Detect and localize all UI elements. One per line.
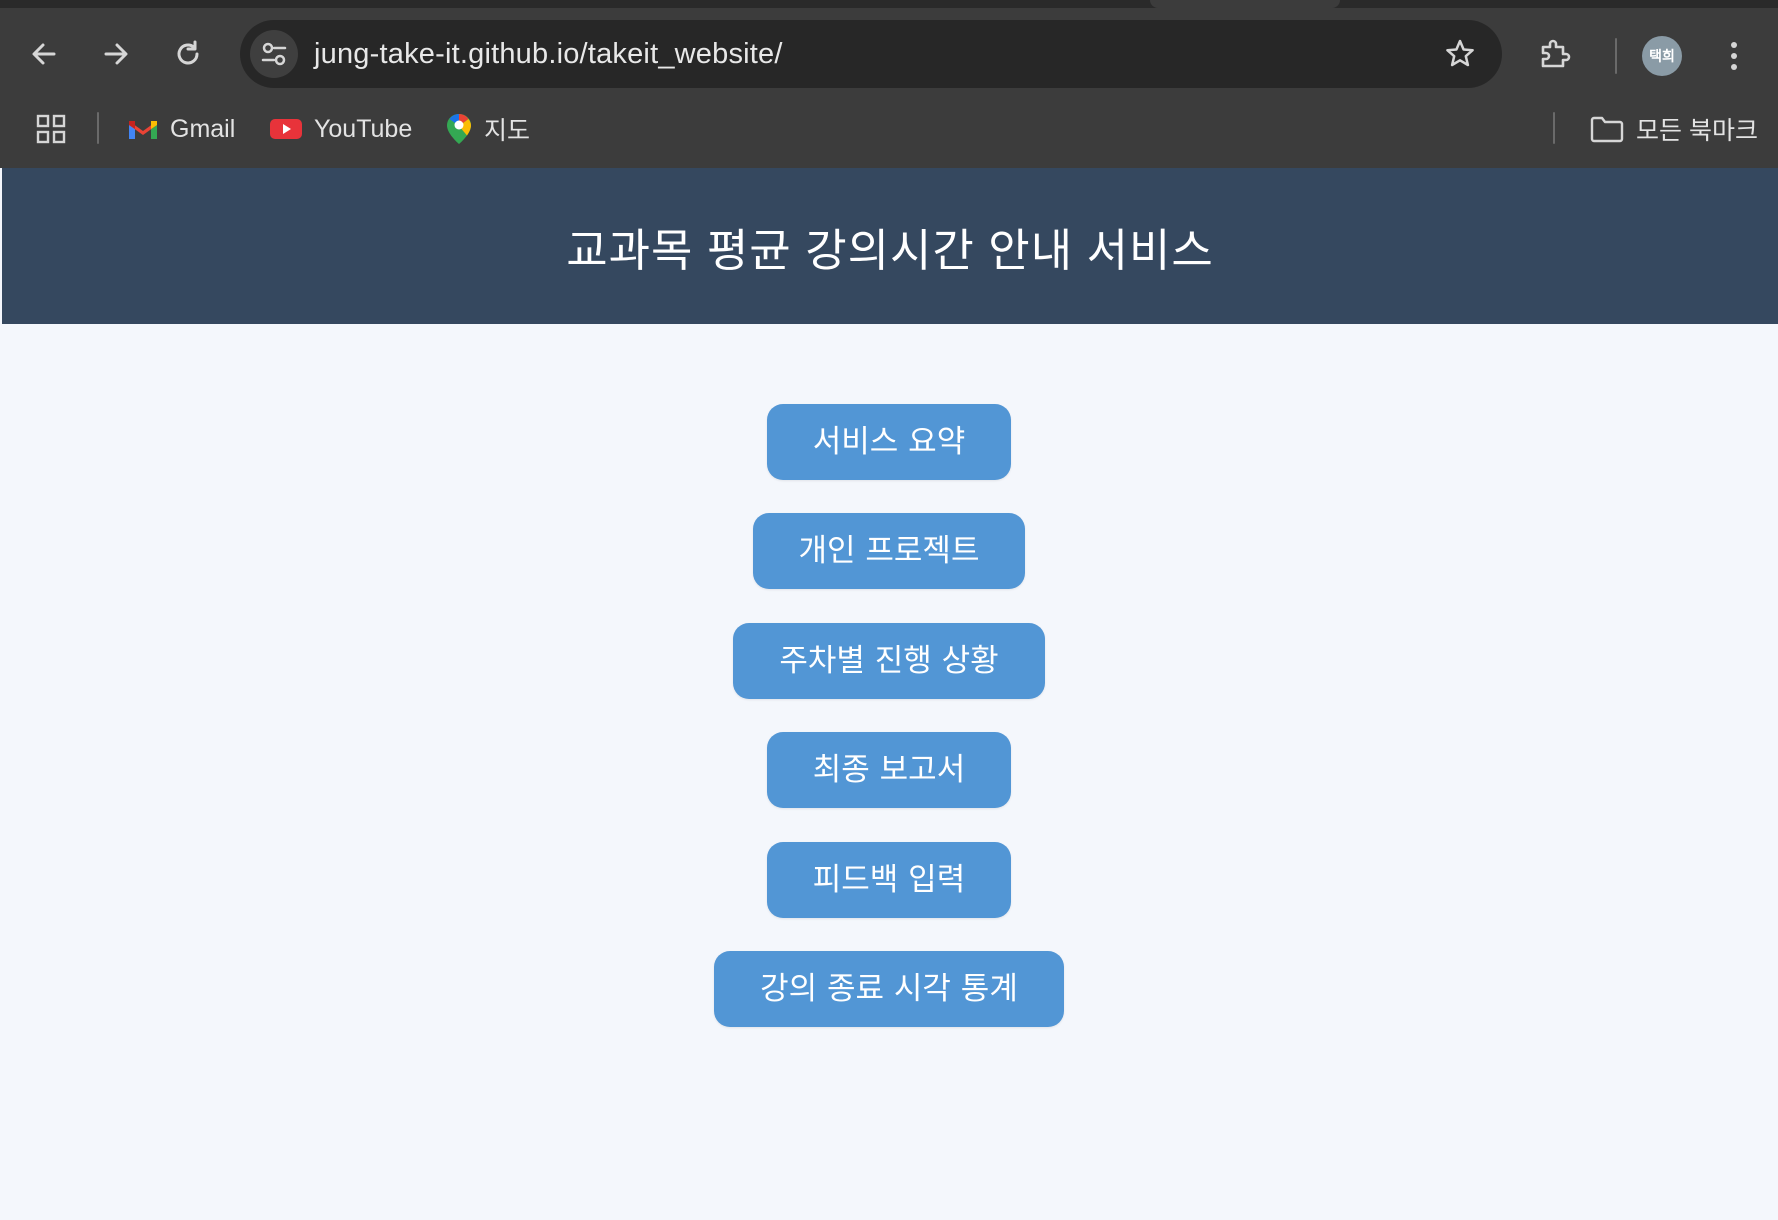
lecture-end-time-stats-button[interactable]: 강의 종료 시각 통계: [714, 951, 1064, 1027]
button-row: 최종 보고서: [0, 732, 1778, 808]
bookmark-label: Gmail: [170, 114, 236, 143]
puzzle-icon: [1541, 39, 1571, 68]
button-row: 강의 종료 시각 통계: [0, 951, 1778, 1027]
bookmark-youtube[interactable]: YouTube: [270, 100, 412, 158]
more-vertical-icon: [1731, 42, 1737, 70]
button-row: 피드백 입력: [0, 842, 1778, 918]
page-content: 서비스 요약 개인 프로젝트 주차별 진행 상황 최종 보고서 피드백 입력 강…: [0, 324, 1778, 1220]
page-title: 교과목 평균 강의시간 안내 서비스: [566, 224, 1214, 276]
site-info-button[interactable]: [250, 30, 298, 78]
browser-menu-button[interactable]: [1712, 34, 1756, 78]
bookmark-star-button[interactable]: [1438, 32, 1482, 76]
bookmark-maps[interactable]: 지도: [446, 100, 530, 158]
button-row: 주차별 진행 상황: [0, 623, 1778, 699]
feedback-input-button[interactable]: 피드백 입력: [766, 842, 1012, 918]
reload-button[interactable]: [164, 30, 212, 78]
toolbar-divider: [1615, 38, 1617, 74]
address-bar[interactable]: jung-take-it.github.io/takeit_website/: [240, 20, 1502, 88]
bookmark-label: 지도: [484, 117, 531, 145]
service-summary-button[interactable]: 서비스 요약: [766, 404, 1012, 480]
profile-avatar[interactable]: 택희: [1642, 36, 1682, 76]
personal-project-button[interactable]: 개인 프로젝트: [752, 513, 1026, 589]
button-row: 개인 프로젝트: [0, 513, 1778, 589]
gmail-icon: [128, 117, 158, 141]
forward-button[interactable]: [92, 30, 140, 78]
browser-chrome: jung-take-it.github.io/takeit_website/ 택…: [0, 0, 1778, 168]
maps-icon: [446, 113, 472, 145]
active-tab[interactable]: [1150, 0, 1340, 8]
youtube-icon: [270, 117, 302, 141]
back-button[interactable]: [20, 30, 68, 78]
arrow-right-icon: [104, 43, 128, 65]
final-report-button[interactable]: 최종 보고서: [766, 732, 1012, 808]
star-icon: [1446, 39, 1474, 67]
reload-icon: [177, 40, 199, 65]
apps-grid-icon: [36, 114, 66, 144]
browser-toolbar: jung-take-it.github.io/takeit_website/ 택…: [0, 8, 1778, 100]
bookmarks-divider-right: [1553, 112, 1555, 144]
folder-icon: [1590, 115, 1624, 143]
bookmarks-divider: [97, 112, 99, 144]
bookmark-label: YouTube: [314, 114, 413, 143]
apps-button[interactable]: [36, 100, 66, 158]
all-bookmarks-label: 모든 북마크: [1636, 117, 1758, 145]
bookmark-gmail[interactable]: Gmail: [128, 100, 235, 158]
arrow-left-icon: [32, 43, 56, 65]
url-text[interactable]: jung-take-it.github.io/takeit_website/: [314, 20, 783, 88]
tune-icon: [261, 42, 287, 66]
all-bookmarks-button[interactable]: 모든 북마크: [1590, 100, 1758, 158]
page-header: 교과목 평균 강의시간 안내 서비스: [2, 168, 1778, 324]
tab-strip: [0, 0, 1778, 8]
button-row: 서비스 요약: [0, 404, 1778, 480]
bookmarks-bar: Gmail YouTube 지도 모든 북마크: [0, 100, 1778, 168]
weekly-progress-button[interactable]: 주차별 진행 상황: [733, 623, 1045, 699]
extensions-button[interactable]: [1530, 30, 1578, 78]
